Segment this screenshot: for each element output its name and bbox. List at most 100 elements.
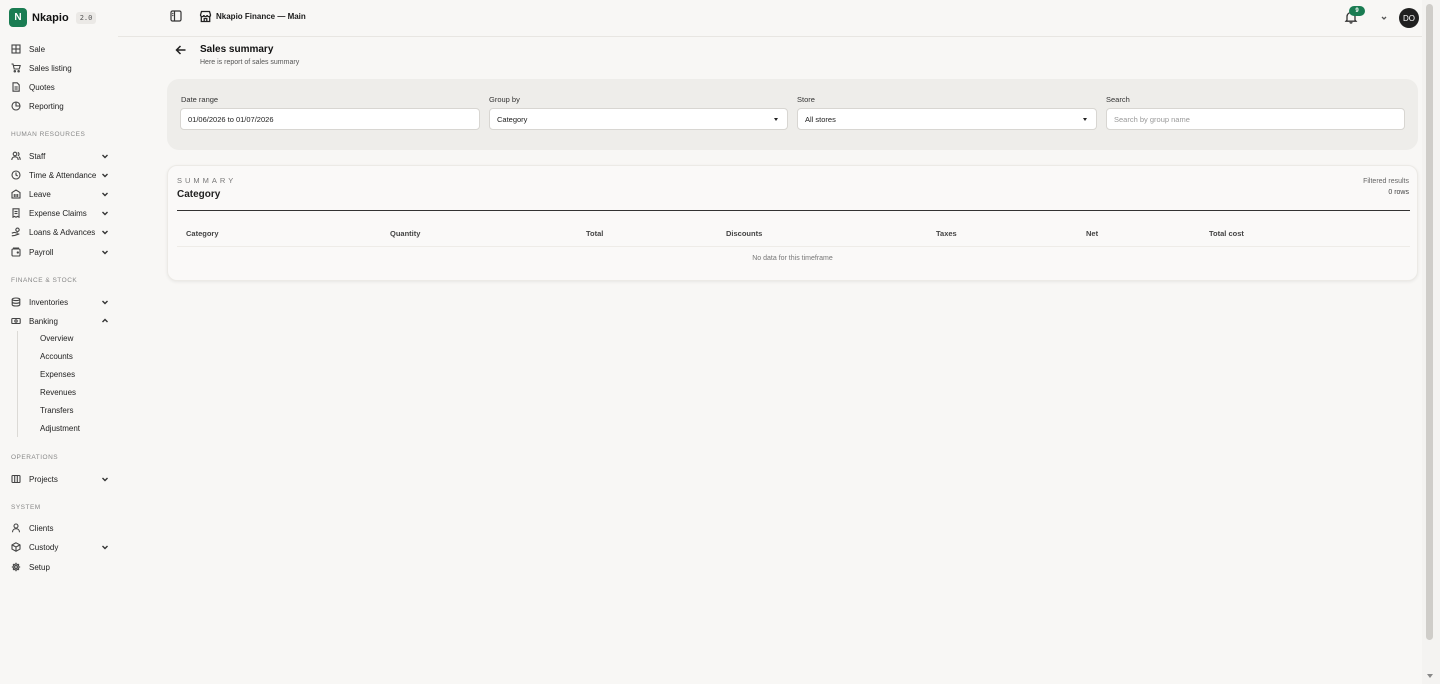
building-icon [11,189,21,199]
group-by-label: Group by [489,95,520,104]
sidebar-item-quotes[interactable]: Quotes [11,79,111,95]
users-icon [11,151,21,161]
group-by-select[interactable]: Category [489,108,788,130]
store-select[interactable]: All stores [797,108,1097,130]
sidebar-item-sales-listing[interactable]: Sales listing [11,60,111,76]
sidebar-item-custody[interactable]: Custody [11,539,111,555]
topbar: Nkapio Finance — Main 9 DO [118,0,1422,37]
column-header-taxes[interactable]: Taxes [936,229,957,238]
chevron-down-icon[interactable] [101,152,109,160]
back-arrow-icon[interactable] [175,44,187,56]
database-icon [11,297,21,307]
chevron-up-icon[interactable] [101,317,109,325]
store-name: Nkapio Finance — Main [216,12,306,21]
group-by-value: Category [497,114,528,124]
sidebar-item-label: Setup [29,562,50,572]
column-header-category[interactable]: Category [186,229,219,238]
summary-kicker: SUMMARY [177,176,237,185]
date-range-label: Date range [181,95,219,104]
sidebar-item-inventories[interactable]: Inventories [11,294,111,310]
sidebar-item-clients[interactable]: Clients [11,520,111,536]
brand-name: Nkapio [32,11,69,24]
sidebar-item-payroll[interactable]: Payroll [11,244,111,260]
search-label: Search [1106,95,1130,104]
sidebar-item-label: Loans & Advances [29,227,96,237]
chevron-down-icon[interactable] [101,190,109,198]
sidebar-item-label: Expense Claims [29,208,87,218]
summary-card: SUMMARY Category Filtered results 0 rows… [167,165,1418,281]
chevron-down-icon[interactable] [101,209,109,217]
sidebar-item-time-attendance[interactable]: Time & Attendance [11,167,111,183]
column-header-total[interactable]: Total [586,229,603,238]
search-input[interactable]: Search by group name [1106,108,1405,130]
sidebar-item-label: Inventories [29,297,69,307]
filtered-results-label: Filtered results [1363,178,1409,185]
banknote-icon [11,316,21,326]
store-switcher[interactable]: Nkapio Finance — Main [199,10,306,23]
brand-logo: N [9,8,27,27]
submenu-guide-line [17,331,18,437]
chevron-down-icon[interactable] [101,228,109,236]
sidebar-subitem-expenses[interactable]: Expenses [40,370,75,379]
section-title-finance-stock: FINANCE & STOCK [11,277,78,284]
sidebar-item-setup[interactable]: Setup [11,559,111,575]
sidebar-item-label: Projects [29,474,58,484]
chevron-down-icon[interactable] [101,475,109,483]
sidebar-subitem-overview[interactable]: Overview [40,334,73,343]
store-value: All stores [805,114,836,124]
filter-panel: Date range 01/06/2026 to 01/07/2026 Grou… [167,79,1418,150]
sidebar-item-label: Custody [29,542,59,552]
column-header-discounts[interactable]: Discounts [726,229,762,238]
summary-title: Category [177,189,221,200]
sidebar-item-leave[interactable]: Leave [11,186,111,202]
clock-icon [11,170,21,180]
sidebar-item-label: Reporting [29,101,64,111]
sidebar-item-label: Banking [29,316,58,326]
sidebar-item-label: Sale [29,44,46,54]
document-icon [11,82,21,92]
sidebar-item-projects[interactable]: Projects [11,471,111,487]
scrollbar[interactable] [1422,0,1440,684]
notification-badge: 9 [1349,6,1365,16]
sidebar-item-label: Leave [29,189,51,199]
store-icon [199,10,212,23]
sidebar-subitem-adjustment[interactable]: Adjustment [40,424,80,433]
sidebar-item-label: Sales listing [29,63,72,73]
chevron-down-icon[interactable] [101,248,109,256]
sidebar-item-label: Staff [29,151,46,161]
brand[interactable]: N Nkapio 2.0 [9,8,97,27]
section-title-operations: OPERATIONS [11,454,59,461]
table-header-divider [177,246,1410,247]
pie-chart-icon [11,101,21,111]
date-range-input[interactable]: 01/06/2026 to 01/07/2026 [180,108,480,130]
scroll-down-arrow-icon[interactable] [1427,674,1433,678]
chevron-down-icon[interactable] [1380,14,1388,22]
store-label: Store [797,95,815,104]
dropdown-caret-icon [1083,118,1087,121]
package-icon [11,542,21,552]
chevron-down-icon[interactable] [101,543,109,551]
column-header-net[interactable]: Net [1086,229,1098,238]
scrollbar-thumb[interactable] [1426,4,1433,640]
sidebar-item-banking[interactable]: Banking [11,313,111,329]
column-header-total-cost[interactable]: Total cost [1209,229,1244,238]
chevron-down-icon[interactable] [101,298,109,306]
sidebar-subitem-accounts[interactable]: Accounts [40,352,73,361]
sidebar-item-staff[interactable]: Staff [11,148,111,164]
sidebar-subitem-transfers[interactable]: Transfers [40,406,74,415]
chevron-down-icon[interactable] [101,171,109,179]
wallet-icon [11,247,21,257]
receipt-icon [11,208,21,218]
sidebar-subitem-revenues[interactable]: Revenues [40,388,76,397]
sidebar-item-sale[interactable]: Sale [11,41,111,57]
page-subtitle: Here is report of sales summary [200,59,300,66]
section-title-system: SYSTEM [11,504,41,511]
sidebar-item-loans-advances[interactable]: Loans & Advances [11,224,111,240]
sidebar-item-expense-claims[interactable]: Expense Claims [11,205,111,221]
column-header-quantity[interactable]: Quantity [390,229,420,238]
avatar[interactable]: DO [1399,8,1419,28]
hand-coins-icon [11,227,21,237]
sidebar-toggle-icon[interactable] [170,10,182,22]
sidebar-item-reporting[interactable]: Reporting [11,98,111,114]
sidebar: N Nkapio 2.0 Sale Sales listing Quotes R… [0,0,118,684]
